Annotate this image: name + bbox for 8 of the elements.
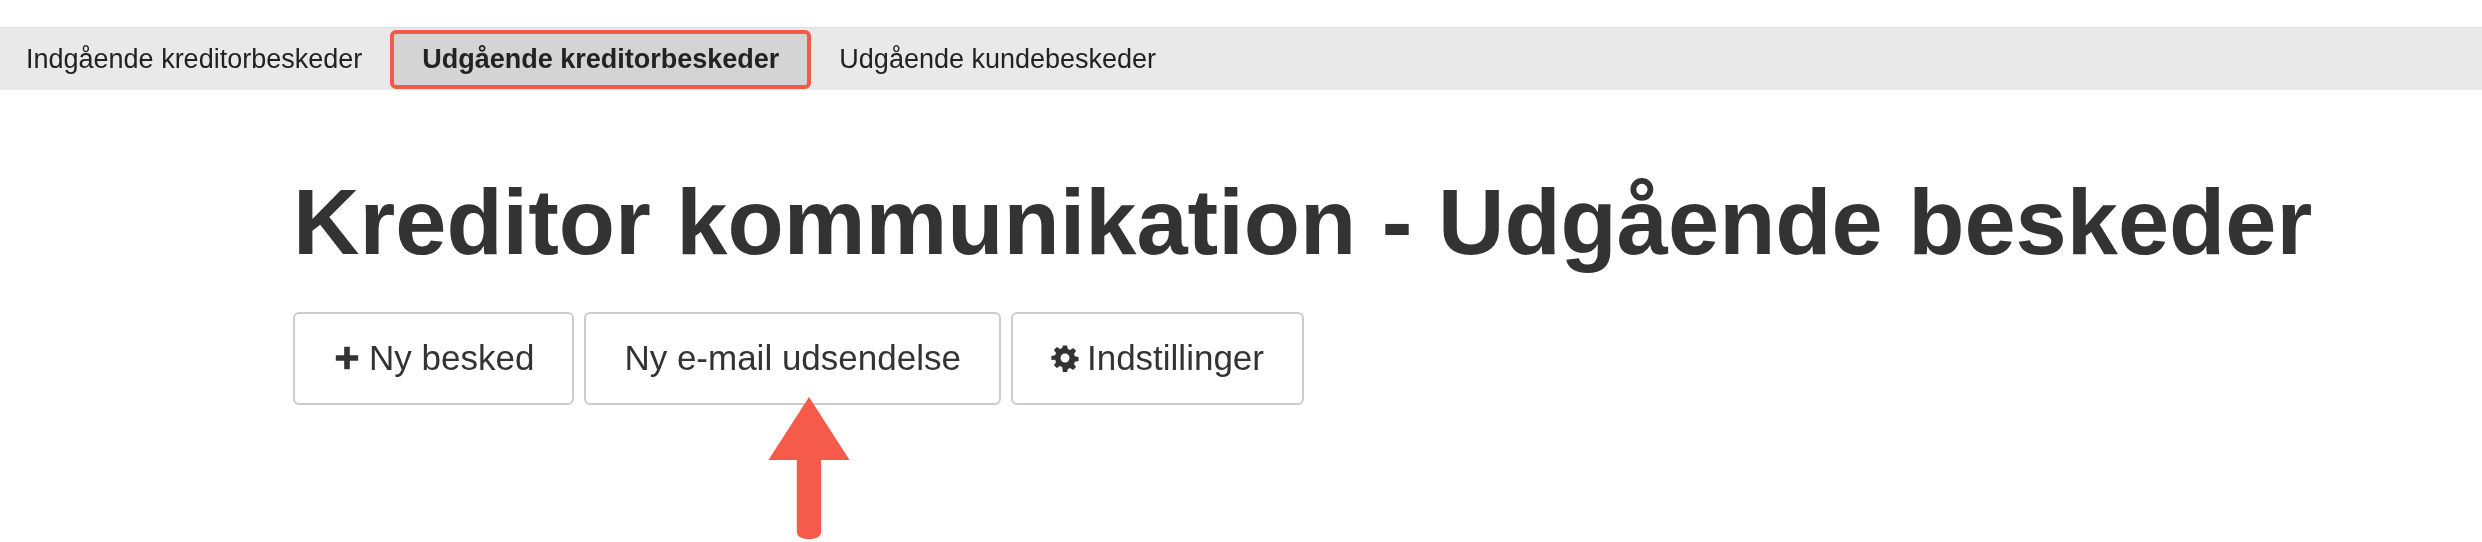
gear-icon <box>1050 344 1079 373</box>
page-title: Kreditor kommunikation - Udgående beskeder <box>293 170 2314 275</box>
tab[interactable]: Udgående kreditorbeskeder <box>390 29 812 89</box>
tab[interactable]: Udgående kundebeskeder <box>821 29 1175 89</box>
toolbar-button[interactable]: Ny e-mail udsendelse <box>584 311 1001 405</box>
toolbar-button[interactable]: Ny besked <box>293 311 575 405</box>
tab[interactable]: Indgående kreditorbeskeder <box>8 29 381 89</box>
toolbar-button[interactable]: Indstillinger <box>1010 311 1304 405</box>
